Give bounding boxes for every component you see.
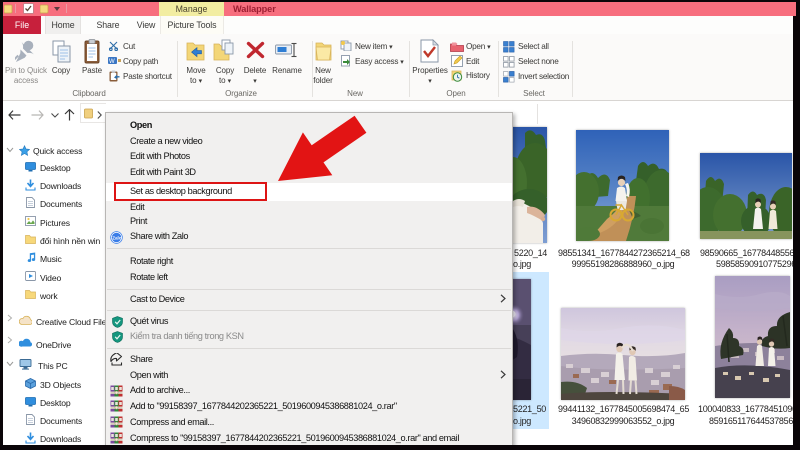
svg-text:Zalo: Zalo — [112, 235, 122, 240]
svg-text:W: W — [109, 59, 115, 65]
